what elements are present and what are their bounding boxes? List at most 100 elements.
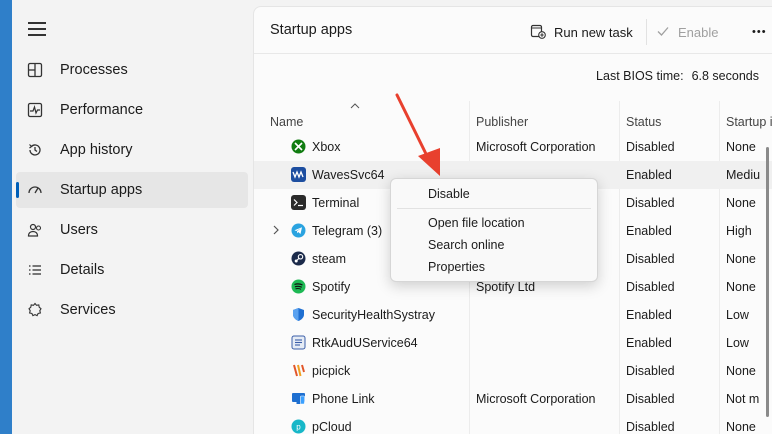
sidebar-item-details[interactable]: Details [16,252,248,288]
vertical-scrollbar[interactable] [766,147,769,417]
sidebar-item-users[interactable]: Users [16,212,248,248]
enable-button[interactable]: Enable [656,17,718,47]
menu-separator [397,208,591,209]
waves-icon [291,167,306,182]
app-status: Disabled [626,140,675,154]
column-header-name[interactable]: Name [270,115,303,129]
menu-item-label: Search online [428,238,505,252]
toolbar-divider [646,19,647,45]
table-row[interactable]: RtkAudUService64 Enabled Low [254,329,772,357]
terminal-icon [291,195,306,210]
app-impact: None [726,252,756,266]
sidebar-item-label: Processes [60,62,128,78]
table-row[interactable]: p pCloud Disabled None [254,413,772,434]
realtek-audio-icon [291,335,306,350]
table-row[interactable]: picpick Disabled None [254,357,772,385]
menu-item-open-file-location[interactable]: Open file location [395,212,593,234]
bios-label: Last BIOS time: [596,69,684,83]
table-row[interactable]: Xbox Microsoft Corporation Disabled None [254,133,772,161]
sidebar-item-label: Performance [60,102,144,118]
column-header-publisher[interactable]: Publisher [476,115,528,129]
context-menu: Disable Open file location Search online… [390,178,598,282]
steam-icon [291,251,306,266]
app-impact: Mediu [726,168,761,182]
xbox-icon [291,139,306,154]
app-impact: Low [726,308,749,322]
column-header-startup-impact[interactable]: Startup i [726,115,772,129]
enable-label: Enable [678,24,719,40]
app-status: Disabled [626,364,675,378]
startup-icon [26,181,44,199]
bios-time: Last BIOS time: 6.8 seconds [596,69,759,83]
app-status: Enabled [626,336,672,350]
hamburger-menu-icon[interactable] [28,22,46,36]
menu-item-label: Properties [428,260,485,274]
sidebar-item-label: App history [60,142,133,158]
app-impact: None [726,140,756,154]
menu-item-label: Disable [428,187,470,201]
app-name: pCloud [312,420,352,434]
menu-item-properties[interactable]: Properties [395,256,593,278]
app-name: Terminal [312,196,360,210]
menu-item-disable[interactable]: Disable [395,183,593,205]
more-options-button[interactable]: ••• [752,17,767,47]
details-icon [26,261,44,279]
task-manager-window: Processes Performance App history Startu… [12,0,772,434]
app-status: Disabled [626,252,675,266]
app-impact: None [726,420,756,434]
run-task-icon [530,23,546,42]
active-indicator [16,182,19,198]
sidebar-item-services[interactable]: Services [16,292,248,328]
run-new-task-button[interactable]: Run new task [530,17,633,47]
column-header-status[interactable]: Status [626,115,661,129]
app-impact: Not m [726,392,760,406]
app-name: steam [312,252,347,266]
menu-item-search-online[interactable]: Search online [395,234,593,256]
app-status: Enabled [626,224,672,238]
app-name: RtkAudUService64 [312,336,418,350]
app-name: Phone Link [312,392,375,406]
processes-icon [26,61,44,79]
annotation-arrow-icon [395,93,440,176]
app-publisher: Microsoft Corporation [476,140,596,154]
chevron-right-icon[interactable] [272,225,280,235]
svg-text:p: p [296,423,301,432]
phone-link-icon [291,391,306,406]
page-title: Startup apps [270,22,353,38]
table-row[interactable]: SecurityHealthSystray Enabled Low [254,301,772,329]
app-status: Disabled [626,196,675,210]
app-name: SecurityHealthSystray [312,308,435,322]
picpick-icon [291,363,306,378]
sidebar-item-processes[interactable]: Processes [16,52,248,88]
app-publisher: Microsoft Corporation [476,392,596,406]
app-impact: High [726,224,752,238]
app-name: Xbox [312,140,341,154]
sidebar-item-app-history[interactable]: App history [16,132,248,168]
app-name: picpick [312,364,351,378]
sort-ascending-icon [350,103,360,109]
toolbar-divider-line [254,53,772,54]
app-name: Spotify [312,280,351,294]
app-status: Disabled [626,280,675,294]
sidebar-item-label: Details [60,262,105,278]
app-status: Enabled [626,168,672,182]
sidebar-item-label: Startup apps [60,182,143,198]
sidebar-item-label: Users [60,222,98,238]
users-icon [26,221,44,239]
telegram-icon [291,223,306,238]
sidebar-item-startup-apps[interactable]: Startup apps [16,172,248,208]
app-status: Disabled [626,392,675,406]
app-impact: None [726,364,756,378]
check-icon [656,24,670,41]
sidebar: Processes Performance App history Startu… [12,0,252,434]
history-icon [26,141,44,159]
services-icon [26,301,44,319]
menu-item-label: Open file location [428,216,525,230]
sidebar-item-performance[interactable]: Performance [16,92,248,128]
bios-value: 6.8 seconds [691,69,759,83]
app-status: Enabled [626,308,672,322]
pcloud-icon: p [291,419,306,434]
app-status: Disabled [626,420,675,434]
table-row[interactable]: Phone Link Microsoft Corporation Disable… [254,385,772,413]
performance-icon [26,101,44,119]
